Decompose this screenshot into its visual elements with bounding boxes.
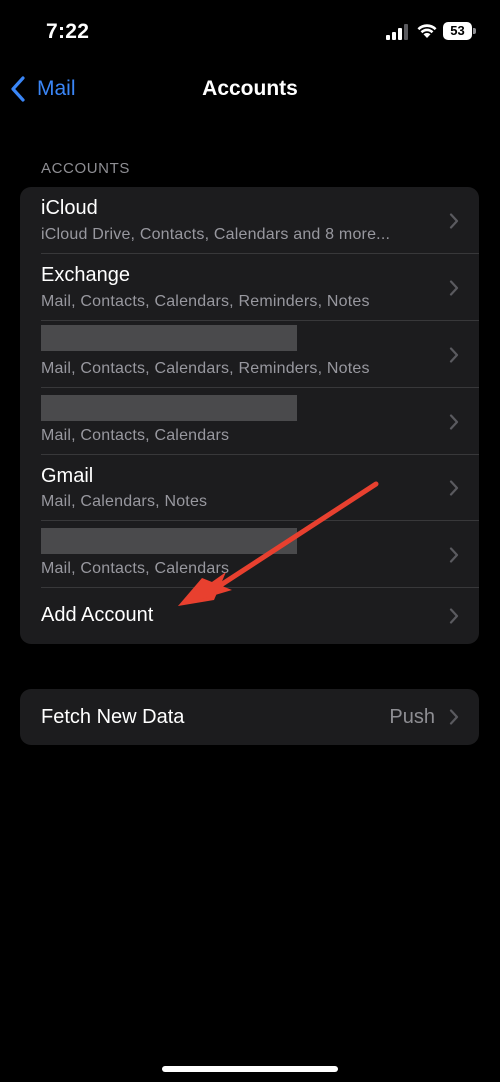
chevron-right-icon <box>449 347 459 363</box>
account-row-gmail[interactable]: Gmail Mail, Calendars, Notes <box>20 455 479 521</box>
add-account-label: Add Account <box>41 604 154 626</box>
redacted-account-name <box>41 528 297 554</box>
account-row-redacted-1[interactable]: Mail, Contacts, Calendars, Reminders, No… <box>20 321 479 388</box>
redacted-account-name <box>41 325 297 351</box>
account-row-icloud[interactable]: iCloud iCloud Drive, Contacts, Calendars… <box>20 187 479 254</box>
battery-icon: 53 <box>443 22 476 40</box>
chevron-right-icon <box>449 414 459 430</box>
account-services: Mail, Contacts, Calendars, Reminders, No… <box>41 360 370 377</box>
wifi-icon <box>417 24 437 38</box>
account-name: iCloud <box>41 197 98 219</box>
status-time: 7:22 <box>46 20 90 43</box>
chevron-right-icon <box>449 280 459 296</box>
account-row-exchange[interactable]: Exchange Mail, Contacts, Calendars, Remi… <box>20 254 479 321</box>
account-services: Mail, Contacts, Calendars <box>41 560 230 577</box>
account-services: Mail, Calendars, Notes <box>41 493 208 510</box>
fetch-new-data-row[interactable]: Fetch New Data Push <box>20 689 479 745</box>
section-header-accounts: ACCOUNTS <box>41 160 130 177</box>
account-services: Mail, Contacts, Calendars <box>41 427 230 444</box>
chevron-right-icon <box>449 709 459 725</box>
redacted-account-name <box>41 395 297 421</box>
cellular-signal-icon <box>386 24 408 40</box>
fetch-new-data-label: Fetch New Data <box>41 706 185 728</box>
accounts-list: iCloud iCloud Drive, Contacts, Calendars… <box>20 187 479 644</box>
account-row-redacted-3[interactable]: Mail, Contacts, Calendars <box>20 521 479 588</box>
home-indicator[interactable] <box>162 1066 338 1072</box>
account-services: Mail, Contacts, Calendars, Reminders, No… <box>41 293 370 310</box>
page-title: Accounts <box>202 77 298 100</box>
chevron-right-icon <box>449 480 459 496</box>
chevron-right-icon <box>449 213 459 229</box>
account-name: Exchange <box>41 264 130 286</box>
add-account-button[interactable]: Add Account <box>20 588 479 644</box>
account-name: Gmail <box>41 465 94 487</box>
account-services: iCloud Drive, Contacts, Calendars and 8 … <box>41 226 391 243</box>
account-row-redacted-2[interactable]: Mail, Contacts, Calendars <box>20 388 479 455</box>
status-bar: 7:22 53 <box>0 0 500 60</box>
fetch-new-data-value: Push <box>389 706 435 728</box>
chevron-right-icon <box>449 608 459 624</box>
chevron-right-icon <box>449 547 459 563</box>
battery-level: 53 <box>443 22 472 40</box>
